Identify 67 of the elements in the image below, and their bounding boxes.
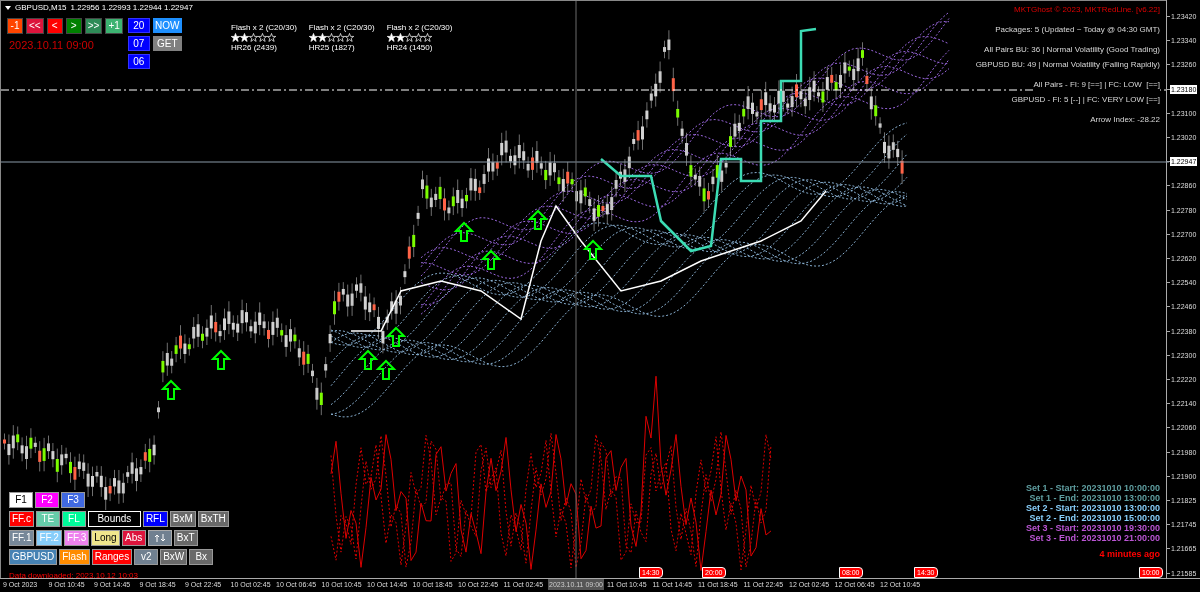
info-text: Packages: 5 (Updated ~ Today @ 04:30 GMT) bbox=[995, 24, 1160, 36]
info-text: GBPUSD BU: 49 | Normal Volatility (Falling Rapidly) bbox=[975, 59, 1160, 71]
age-text: 4 minutes ago bbox=[1099, 549, 1160, 559]
filled-star-icon bbox=[240, 33, 249, 42]
chart-title: GBPUSD,M15 bbox=[15, 2, 67, 14]
set-time-text: Set 3 - End: 20231010 21:00:00 bbox=[1029, 533, 1160, 543]
panel-button[interactable]: GBPUSD bbox=[9, 549, 58, 565]
signal-label: HR26 (2439) bbox=[231, 42, 277, 53]
panel-button[interactable]: FF.1 bbox=[9, 530, 35, 546]
date-display: 2023.10.11 09:00 bbox=[8, 38, 95, 53]
navigation-button[interactable]: < bbox=[46, 18, 63, 34]
time-button[interactable]: 20 bbox=[127, 18, 150, 33]
panel-button[interactable]: RFL bbox=[142, 511, 168, 527]
panel-button[interactable] bbox=[147, 530, 172, 546]
time-button[interactable]: 07 bbox=[127, 36, 150, 51]
info-text: GBPUSD - FI: 5 [--] | FC: VERY LOW [==] bbox=[1011, 94, 1160, 106]
panel-button[interactable]: Bx bbox=[189, 549, 214, 565]
empty-star-icon bbox=[258, 33, 267, 42]
filled-star-icon bbox=[386, 33, 396, 42]
panel-button[interactable]: BxT bbox=[173, 530, 198, 546]
panel-button[interactable]: FF.c bbox=[9, 511, 34, 527]
navigation-button[interactable]: << bbox=[26, 18, 44, 34]
info-text: All Pairs - FI: 9 [==] | FC: LOW [==] bbox=[1033, 79, 1160, 91]
panel-button[interactable]: BxW bbox=[160, 549, 188, 565]
panel-button[interactable]: v2 bbox=[134, 549, 159, 565]
set-time-text: Set 2 - Start: 20231010 13:00:00 bbox=[1025, 503, 1160, 513]
navigation-button[interactable]: >> bbox=[84, 18, 103, 34]
panel-button[interactable]: Abs bbox=[121, 530, 146, 546]
panel-button[interactable]: FF.3 bbox=[63, 530, 90, 546]
panel-button[interactable]: BxTH bbox=[197, 511, 229, 527]
info-text: All Pairs BU: 36 | Normal Volatility (Good Trading) bbox=[984, 44, 1160, 56]
navigation-button[interactable]: > bbox=[65, 18, 82, 34]
filled-star-icon bbox=[231, 33, 240, 42]
signal-title: Flash x 2 (C20/30) bbox=[231, 22, 297, 33]
signal-title: Flash x 2 (C20/30) bbox=[308, 22, 375, 33]
filled-star-icon bbox=[395, 33, 405, 42]
set-time-text: Set 3 - Start: 20231010 19:30:00 bbox=[1025, 523, 1160, 533]
empty-star-icon bbox=[422, 33, 432, 42]
signal-label: HR25 (1827) bbox=[308, 42, 355, 53]
panel-button[interactable]: F3 bbox=[61, 492, 85, 508]
empty-star-icon bbox=[344, 33, 354, 42]
signal-title: Flash x 2 (C20/30) bbox=[386, 22, 453, 33]
empty-star-icon bbox=[413, 33, 423, 42]
set-time-text: Set 1 - End: 20231010 13:00:00 bbox=[1029, 493, 1160, 503]
filled-star-icon bbox=[308, 33, 318, 42]
filled-star-icon bbox=[317, 33, 327, 42]
set-time-text: Set 2 - End: 20231010 15:00:00 bbox=[1029, 513, 1160, 523]
navigation-button[interactable]: +1 bbox=[105, 18, 123, 34]
caret-icon[interactable] bbox=[5, 6, 11, 10]
up-down-arrows-icon bbox=[153, 533, 166, 543]
set-time-text: Set 1 - Start: 20231010 10:00:00 bbox=[1025, 483, 1160, 493]
panel-button[interactable]: Ranges bbox=[91, 549, 133, 565]
navigation-button[interactable]: -1 bbox=[7, 18, 23, 34]
panel-button[interactable]: Flash bbox=[59, 549, 90, 565]
time-button[interactable]: 06 bbox=[127, 54, 150, 69]
now-button[interactable]: NOW bbox=[152, 18, 182, 33]
get-button[interactable]: GET bbox=[152, 36, 182, 51]
empty-star-icon bbox=[267, 33, 276, 42]
panel-button[interactable]: Long bbox=[91, 530, 120, 546]
signal-label: HR24 (1450) bbox=[386, 42, 433, 53]
ohlc-values: 1.22956 1.22993 1.22944 1.22947 bbox=[70, 2, 193, 14]
panel-button[interactable]: BxM bbox=[169, 511, 196, 527]
copyright-text: MKTGhost © 2023, MKTRedLine. [v6.22] bbox=[1014, 4, 1160, 16]
panel-button[interactable]: Bounds bbox=[87, 511, 141, 527]
empty-star-icon bbox=[335, 33, 345, 42]
panel-button[interactable]: F2 bbox=[35, 492, 59, 508]
panel-button[interactable]: F1 bbox=[9, 492, 33, 508]
